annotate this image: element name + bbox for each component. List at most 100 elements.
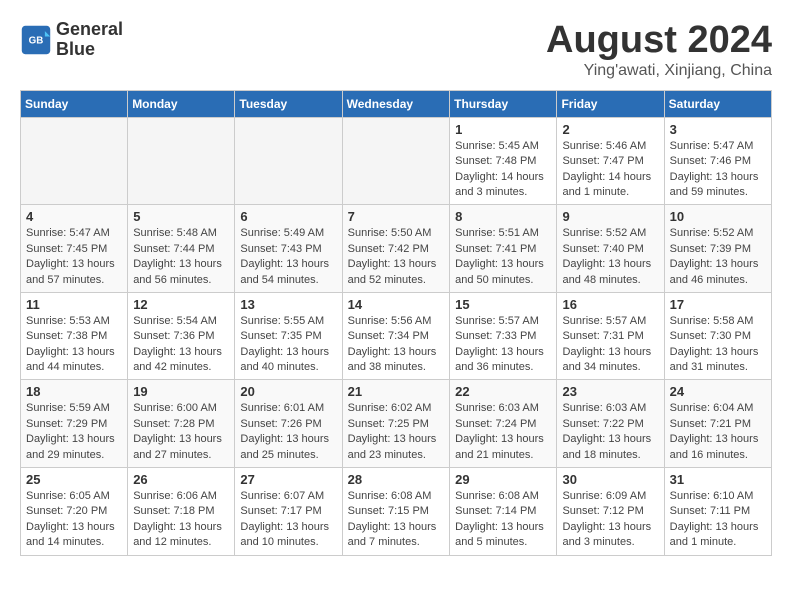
day-number: 26 [133,472,229,487]
day-info: Sunrise: 6:06 AM Sunset: 7:18 PM Dayligh… [133,489,229,551]
calendar-cell: 18Sunrise: 5:59 AM Sunset: 7:29 PM Dayli… [21,380,128,468]
calendar-cell: 28Sunrise: 6:08 AM Sunset: 7:15 PM Dayli… [342,468,450,556]
day-info: Sunrise: 5:49 AM Sunset: 7:43 PM Dayligh… [240,226,336,288]
day-number: 27 [240,472,336,487]
day-info: Sunrise: 5:52 AM Sunset: 7:40 PM Dayligh… [562,226,658,288]
day-info: Sunrise: 5:59 AM Sunset: 7:29 PM Dayligh… [26,401,122,463]
day-number: 30 [562,472,658,487]
day-number: 11 [26,297,122,312]
calendar-cell: 1 Sunrise: 5:45 AM Sunset: 7:48 PM Daylig… [450,117,557,205]
week-row-4: 18Sunrise: 5:59 AM Sunset: 7:29 PM Dayli… [21,380,772,468]
day-number: 23 [562,384,658,399]
day-info: Sunrise: 5:56 AM Sunset: 7:34 PM Dayligh… [348,314,445,376]
weekday-header-sunday: Sunday [21,90,128,117]
day-info: Sunrise: 5:57 AM Sunset: 7:31 PM Dayligh… [562,314,658,376]
calendar-cell: 24 Sunrise: 6:04 AM Sunset: 7:21 PM Dayli… [664,380,771,468]
calendar-cell [235,117,342,205]
day-number: 17 [670,297,766,312]
month-year-title: August 2024 [546,20,772,62]
day-number: 28 [348,472,445,487]
day-number: 3 [670,122,766,137]
svg-text:GB: GB [29,35,44,46]
day-info: Sunrise: 6:04 AM Sunset: 7:21 PM Dayligh… [670,401,766,463]
day-info: Sunrise: 6:10 AM Sunset: 7:11 PM Dayligh… [670,489,766,551]
day-number: 21 [348,384,445,399]
calendar-table: SundayMondayTuesdayWednesdayThursdayFrid… [20,90,772,556]
day-number: 24 [670,384,766,399]
calendar-cell: 20 Sunrise: 6:01 AM Sunset: 7:26 PM Dayli… [235,380,342,468]
calendar-cell: 31 Sunrise: 6:10 AM Sunset: 7:11 PM Dayli… [664,468,771,556]
calendar-cell: 8Sunrise: 5:51 AM Sunset: 7:41 PM Daylig… [450,205,557,293]
week-row-1: 1 Sunrise: 5:45 AM Sunset: 7:48 PM Daylig… [21,117,772,205]
day-info: Sunrise: 5:57 AM Sunset: 7:33 PM Dayligh… [455,314,551,376]
day-number: 1 [455,122,551,137]
calendar-cell: 16 Sunrise: 5:57 AM Sunset: 7:31 PM Dayli… [557,292,664,380]
calendar-cell: 13 Sunrise: 5:55 AM Sunset: 7:35 PM Dayli… [235,292,342,380]
weekday-header-friday: Friday [557,90,664,117]
day-info: Sunrise: 5:45 AM Sunset: 7:48 PM Dayligh… [455,139,551,201]
calendar-cell: 9 Sunrise: 5:52 AM Sunset: 7:40 PM Daylig… [557,205,664,293]
calendar-cell [128,117,235,205]
day-info: Sunrise: 6:03 AM Sunset: 7:24 PM Dayligh… [455,401,551,463]
calendar-cell: 30 Sunrise: 6:09 AM Sunset: 7:12 PM Dayli… [557,468,664,556]
day-info: Sunrise: 5:52 AM Sunset: 7:39 PM Dayligh… [670,226,766,288]
calendar-cell [21,117,128,205]
logo: GB General Blue [20,20,123,60]
day-info: Sunrise: 6:05 AM Sunset: 7:20 PM Dayligh… [26,489,122,551]
day-number: 15 [455,297,551,312]
calendar-cell: 2Sunrise: 5:46 AM Sunset: 7:47 PM Daylig… [557,117,664,205]
day-number: 31 [670,472,766,487]
calendar-cell: 14Sunrise: 5:56 AM Sunset: 7:34 PM Dayli… [342,292,450,380]
week-row-5: 25 Sunrise: 6:05 AM Sunset: 7:20 PM Dayli… [21,468,772,556]
logo-text: General Blue [56,20,123,60]
day-info: Sunrise: 5:46 AM Sunset: 7:47 PM Dayligh… [562,139,658,201]
calendar-cell [342,117,450,205]
calendar-cell: 4Sunrise: 5:47 AM Sunset: 7:45 PM Daylig… [21,205,128,293]
day-number: 19 [133,384,229,399]
day-info: Sunrise: 5:51 AM Sunset: 7:41 PM Dayligh… [455,226,551,288]
calendar-cell: 3 Sunrise: 5:47 AM Sunset: 7:46 PM Daylig… [664,117,771,205]
logo-icon: GB [20,24,52,56]
day-info: Sunrise: 6:00 AM Sunset: 7:28 PM Dayligh… [133,401,229,463]
day-number: 25 [26,472,122,487]
day-info: Sunrise: 5:47 AM Sunset: 7:46 PM Dayligh… [670,139,766,201]
day-info: Sunrise: 6:08 AM Sunset: 7:14 PM Dayligh… [455,489,551,551]
calendar-cell: 26 Sunrise: 6:06 AM Sunset: 7:18 PM Dayli… [128,468,235,556]
day-number: 10 [670,209,766,224]
day-info: Sunrise: 5:48 AM Sunset: 7:44 PM Dayligh… [133,226,229,288]
calendar-cell: 22 Sunrise: 6:03 AM Sunset: 7:24 PM Dayli… [450,380,557,468]
calendar-cell: 7 Sunrise: 5:50 AM Sunset: 7:42 PM Daylig… [342,205,450,293]
day-number: 20 [240,384,336,399]
day-info: Sunrise: 5:54 AM Sunset: 7:36 PM Dayligh… [133,314,229,376]
location-subtitle: Ying'awati, Xinjiang, China [546,62,772,80]
day-info: Sunrise: 5:47 AM Sunset: 7:45 PM Dayligh… [26,226,122,288]
weekday-header-thursday: Thursday [450,90,557,117]
weekday-header-monday: Monday [128,90,235,117]
day-number: 22 [455,384,551,399]
calendar-cell: 27 Sunrise: 6:07 AM Sunset: 7:17 PM Dayli… [235,468,342,556]
calendar-cell: 5Sunrise: 5:48 AM Sunset: 7:44 PM Daylig… [128,205,235,293]
weekday-header-row: SundayMondayTuesdayWednesdayThursdayFrid… [21,90,772,117]
calendar-cell: 19 Sunrise: 6:00 AM Sunset: 7:28 PM Dayli… [128,380,235,468]
day-info: Sunrise: 6:01 AM Sunset: 7:26 PM Dayligh… [240,401,336,463]
day-number: 9 [562,209,658,224]
day-info: Sunrise: 5:53 AM Sunset: 7:38 PM Dayligh… [26,314,122,376]
weekday-header-tuesday: Tuesday [235,90,342,117]
day-info: Sunrise: 5:55 AM Sunset: 7:35 PM Dayligh… [240,314,336,376]
day-info: Sunrise: 5:58 AM Sunset: 7:30 PM Dayligh… [670,314,766,376]
day-info: Sunrise: 6:09 AM Sunset: 7:12 PM Dayligh… [562,489,658,551]
page-header: GB General Blue August 2024 Ying'awati, … [20,20,772,80]
weekday-header-saturday: Saturday [664,90,771,117]
calendar-cell: 12Sunrise: 5:54 AM Sunset: 7:36 PM Dayli… [128,292,235,380]
day-info: Sunrise: 5:50 AM Sunset: 7:42 PM Dayligh… [348,226,445,288]
day-info: Sunrise: 6:07 AM Sunset: 7:17 PM Dayligh… [240,489,336,551]
calendar-cell: 10 Sunrise: 5:52 AM Sunset: 7:39 PM Dayli… [664,205,771,293]
calendar-cell: 15 Sunrise: 5:57 AM Sunset: 7:33 PM Dayli… [450,292,557,380]
day-number: 7 [348,209,445,224]
calendar-cell: 21Sunrise: 6:02 AM Sunset: 7:25 PM Dayli… [342,380,450,468]
day-number: 16 [562,297,658,312]
calendar-cell: 17 Sunrise: 5:58 AM Sunset: 7:30 PM Dayli… [664,292,771,380]
day-number: 13 [240,297,336,312]
calendar-cell: 25 Sunrise: 6:05 AM Sunset: 7:20 PM Dayli… [21,468,128,556]
title-block: August 2024 Ying'awati, Xinjiang, China [546,20,772,80]
